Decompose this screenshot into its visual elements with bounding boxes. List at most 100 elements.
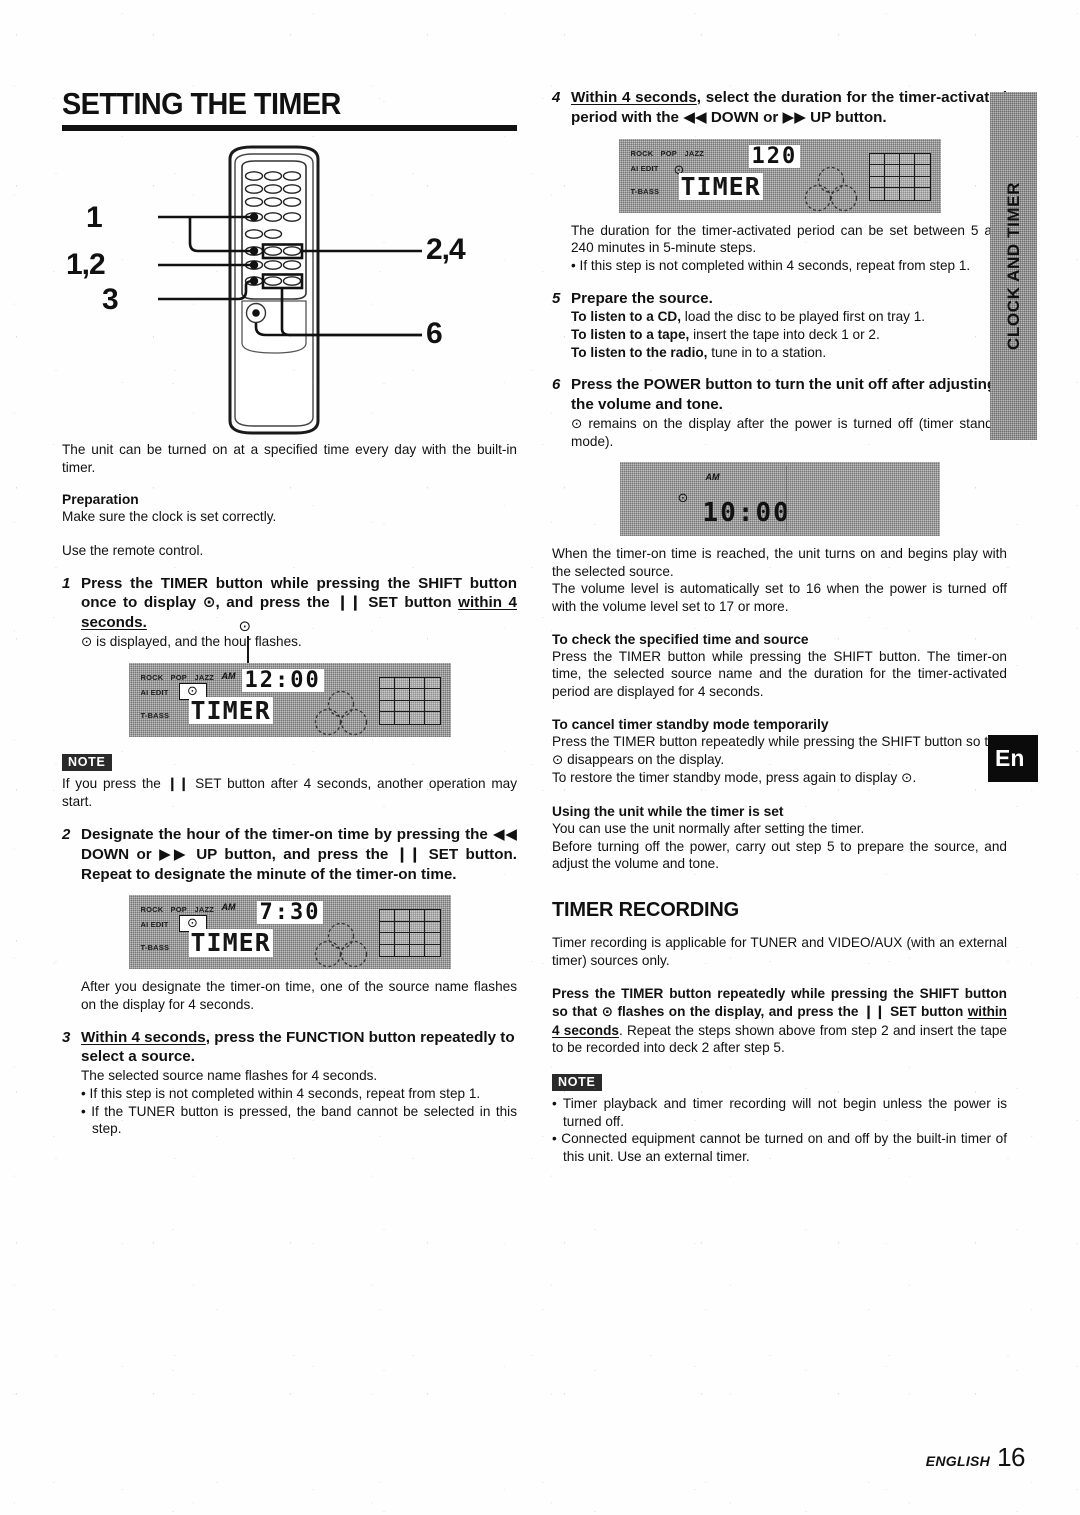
remote-callout-3: 3 xyxy=(102,283,119,316)
remote-callout-1-2: 1,2 xyxy=(66,248,106,281)
step-3-number: 3 xyxy=(62,1028,71,1046)
lcd-label-am: AM xyxy=(705,472,720,483)
right-column: 4 Within 4 seconds, select the duration … xyxy=(552,88,1007,1166)
clock-icon: ⊙ xyxy=(552,751,564,768)
rewind-icon: ◀◀ xyxy=(492,825,517,844)
lcd-label-t-bass: T-BASS xyxy=(140,710,170,720)
page-title: SETTING THE TIMER xyxy=(62,86,341,121)
lcd-label-pop: POP xyxy=(170,672,187,682)
lcd-label-am: AM xyxy=(221,902,236,913)
remote-callout-6: 6 xyxy=(426,317,443,350)
lcd-timer-word: TIMER xyxy=(188,928,273,958)
lcd-leader-line xyxy=(246,635,249,663)
step-5-tape-rest: insert the tape into deck 1 or 2. xyxy=(689,326,880,342)
clock-icon: ⊙ xyxy=(202,593,216,612)
lcd-label-pop: POP xyxy=(170,905,187,915)
step-4-bullet-1: • If this step is not completed within 4… xyxy=(571,257,971,273)
step-5-text: Prepare the source. xyxy=(571,289,713,307)
lcd-divider xyxy=(785,466,787,533)
lcd-step6: AM ⊙ 10:00 xyxy=(619,462,940,537)
remote-callout-2-4: 2,4 xyxy=(426,233,466,266)
pause-icon: ❙❙ xyxy=(166,775,190,792)
remote-control-figure: 1 1,2 3 2,4 6 xyxy=(62,141,517,441)
lcd-label-jazz: JAZZ xyxy=(194,672,215,682)
clock-icon: ⊙ xyxy=(238,616,252,635)
step-5: 5 Prepare the source. xyxy=(552,289,1007,309)
clock-glyph: ⊙ xyxy=(677,491,689,507)
lcd-label-pop: POP xyxy=(660,148,677,158)
step-4-sub: The duration for the timer-activated per… xyxy=(571,222,1007,256)
clock-icon: ⊙ xyxy=(678,489,689,507)
lcd-label-rock: ROCK xyxy=(140,905,164,915)
step-6-after-a: When the timer-on time is reached, the u… xyxy=(552,546,1007,579)
step-6: 6 Press the POWER button to turn the uni… xyxy=(552,375,1007,415)
lcd-label-rock: ROCK xyxy=(140,672,164,682)
lcd-level-grid xyxy=(868,152,931,201)
lcd-label-rock: ROCK xyxy=(630,148,654,158)
step-5-cd-bold: To listen to a CD, xyxy=(571,309,682,325)
intro-paragraph: The unit can be turned on at a specified… xyxy=(62,442,517,475)
cancel-text-b: disappears on the display. xyxy=(563,751,725,767)
lcd-label-ai-edit: AI EDIT xyxy=(630,163,659,173)
remote-control-drawing xyxy=(158,145,422,435)
cancel-text-c: To restore the timer standby mode, press… xyxy=(552,770,902,786)
step-2-sub: After you designate the timer-on time, o… xyxy=(81,979,517,1012)
lcd-label-jazz: JAZZ xyxy=(194,905,215,915)
language-badge-label: En xyxy=(995,745,1025,771)
cd-tray-icon xyxy=(314,690,367,735)
pause-icon: ❙❙ xyxy=(395,844,422,863)
lcd-step4: ROCK POP JAZZ AI EDIT T-BASS ⊙ 120 TIMER xyxy=(618,138,941,213)
check-heading: To check the specified time and source xyxy=(552,631,809,647)
using-text-b: Before turning off the power, carry out … xyxy=(552,838,1007,872)
step-4: 4 Within 4 seconds, select the duration … xyxy=(552,88,1007,128)
note-2-bullet-1: • Timer playback and timer recording wil… xyxy=(552,1096,1007,1129)
timer-recording-title: TIMER RECORDING xyxy=(552,898,740,921)
lcd-step1-holder: ⊙ ROCK POP JAZZ AM AI EDIT T-BASS ⊙ 12:0… xyxy=(62,618,517,737)
step-2-text-a: Designate the hour of the timer-on time … xyxy=(81,826,493,844)
step-3-bullet-1: • If this step is not completed within 4… xyxy=(81,1085,481,1101)
timer-recording-intro: Timer recording is applicable for TUNER … xyxy=(552,934,1007,968)
lcd-label-t-bass: T-BASS xyxy=(630,186,660,196)
step-2-text-c: UP button, and press the xyxy=(188,845,396,863)
step-6-sub: ⊙ remains on the display after the power… xyxy=(571,415,1007,451)
pause-icon: ❙❙ xyxy=(336,593,362,612)
side-tab-clock-and-timer: CLOCK AND TIMER xyxy=(990,92,1037,440)
step-6-sub-text: remains on the display after the power i… xyxy=(571,415,1007,450)
step-4-underline: Within 4 seconds xyxy=(571,89,697,106)
lcd-label-jazz: JAZZ xyxy=(684,148,705,158)
step-5-radio-line: To listen to the radio, tune in to a sta… xyxy=(571,344,1007,362)
rewind-icon: ◀◀ xyxy=(683,107,707,126)
note-1-text: If you press the ❙❙ SET button after 4 s… xyxy=(62,775,517,811)
step-6-after-b: The volume level is automatically set to… xyxy=(552,581,1007,615)
step-5-tape-bold: To listen to a tape, xyxy=(571,326,690,342)
step-3: 3 Within 4 seconds, press the FUNCTION b… xyxy=(62,1028,517,1068)
use-remote-text: Use the remote control. xyxy=(62,543,204,559)
step-3-bullet-2: • If the TUNER button is pressed, the ba… xyxy=(81,1103,517,1137)
clock-icon: ⊙ xyxy=(571,415,583,432)
timer-recording-instruction: Press the TIMER button repeatedly while … xyxy=(552,985,1007,1057)
lcd-timer-word: TIMER xyxy=(188,695,273,725)
clock-icon: ⊙ xyxy=(901,770,913,787)
cancel-text-d: . xyxy=(912,770,917,786)
step-5-radio-bold: To listen to the radio, xyxy=(571,344,708,360)
lcd-label-ai-edit: AI EDIT xyxy=(140,687,169,697)
step-4-text-c: UP button. xyxy=(805,108,887,126)
side-tab-label: CLOCK AND TIMER xyxy=(1003,182,1023,350)
step-1: 1 Press the TIMER button while pressing … xyxy=(62,574,517,633)
manual-page: SETTING THE TIMER 1 1,2 3 2,4 6 The unit… xyxy=(0,0,1080,1515)
cancel-text-a: Press the TIMER button repeatedly while … xyxy=(552,733,1007,749)
step-1-text: Press the TIMER button while pressing th… xyxy=(81,574,517,633)
language-badge: En xyxy=(988,735,1038,782)
step-5-cd-rest: load the disc to be played first on tray… xyxy=(681,309,926,325)
step-3-text: Within 4 seconds, press the FUNCTION but… xyxy=(81,1028,517,1068)
title-rule xyxy=(62,125,517,131)
lcd-duration-value: 120 xyxy=(748,144,801,168)
note-2-bullet-2: • Connected equipment cannot be turned o… xyxy=(552,1131,1007,1165)
clock-icon: ⊙ xyxy=(81,633,93,650)
check-text: Press the TIMER button while pressing th… xyxy=(552,648,1007,700)
recording-instr-d: . Repeat the steps shown above from step… xyxy=(552,1022,1007,1056)
cd-tray-icon xyxy=(804,166,857,211)
step-3-underline: Within 4 seconds xyxy=(81,1028,206,1046)
cancel-heading: To cancel timer standby mode temporarily xyxy=(552,716,829,732)
step-2: 2 Designate the hour of the timer-on tim… xyxy=(62,825,517,884)
